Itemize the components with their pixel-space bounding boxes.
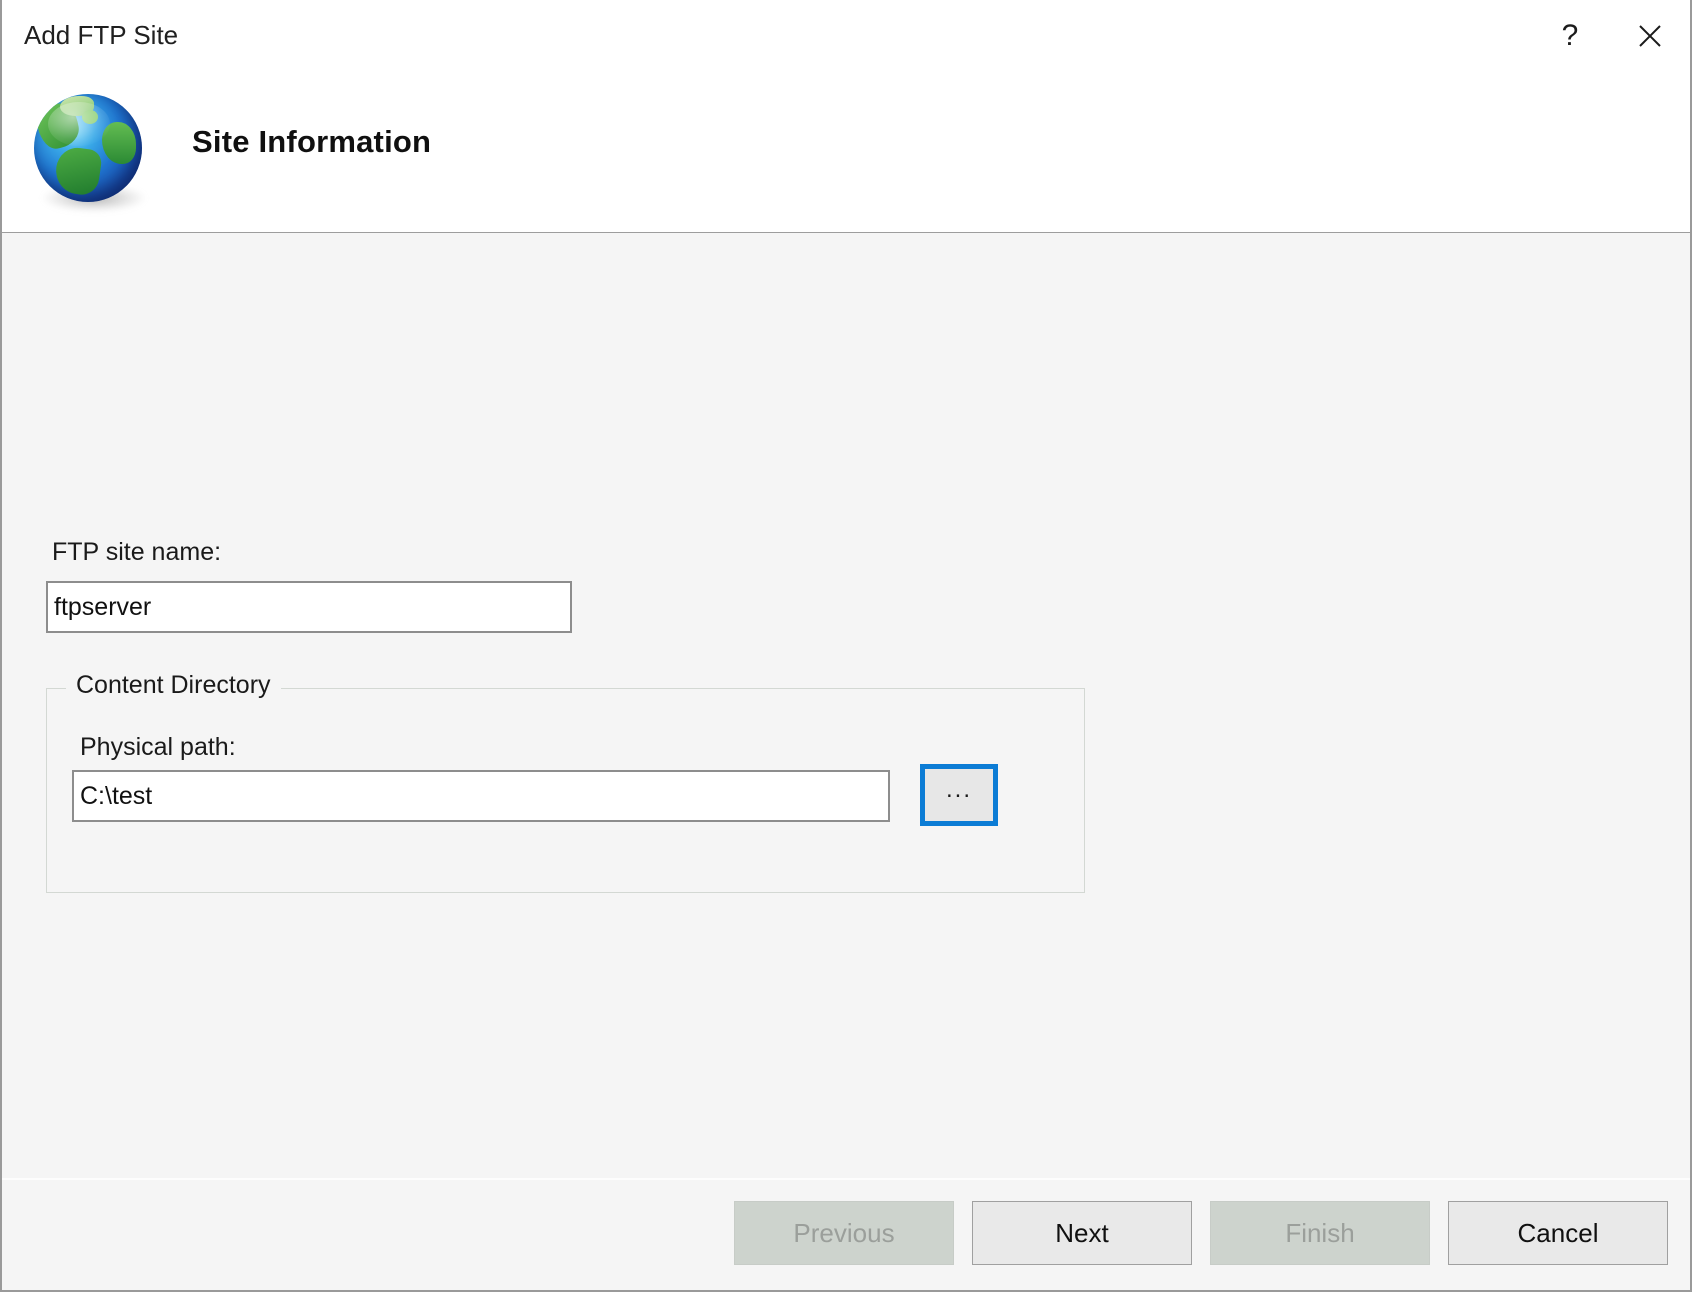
close-button[interactable] xyxy=(1610,0,1690,72)
globe-icon xyxy=(26,88,150,212)
title-bar-buttons: ? xyxy=(1530,0,1690,72)
globe-sphere xyxy=(34,94,142,202)
next-button[interactable]: Next xyxy=(972,1201,1192,1265)
help-button[interactable]: ? xyxy=(1530,0,1610,76)
title-bar: Add FTP Site ? xyxy=(2,0,1690,72)
ftp-site-name-label: FTP site name: xyxy=(52,538,222,566)
question-mark-icon: ? xyxy=(1561,19,1579,52)
browse-button[interactable]: ... xyxy=(920,764,998,826)
physical-path-label: Physical path: xyxy=(80,733,236,761)
window-title: Add FTP Site xyxy=(24,20,179,50)
continent-shape xyxy=(53,145,103,197)
dialog-footer: Previous Next Finish Cancel xyxy=(2,1178,1690,1290)
content-directory-legend: Content Directory xyxy=(66,671,281,700)
previous-button[interactable]: Previous xyxy=(734,1201,954,1265)
dialog-body: FTP site name: ftpserver Content Directo… xyxy=(2,233,1690,1178)
finish-button[interactable]: Finish xyxy=(1210,1201,1430,1265)
globe-highlight xyxy=(48,102,110,146)
page-title: Site Information xyxy=(192,124,432,159)
close-x-icon xyxy=(1636,22,1664,50)
cancel-button[interactable]: Cancel xyxy=(1448,1201,1668,1265)
physical-path-input[interactable]: C:\test xyxy=(72,770,890,822)
add-ftp-site-dialog: Add FTP Site ? Site Information FTP site… xyxy=(0,0,1692,1292)
footer-button-group: Previous Next Finish Cancel xyxy=(734,1201,1668,1265)
ellipsis-icon: ... xyxy=(945,776,972,803)
ftp-site-name-input[interactable]: ftpserver xyxy=(46,581,572,633)
wizard-header: Site Information xyxy=(2,72,1690,233)
